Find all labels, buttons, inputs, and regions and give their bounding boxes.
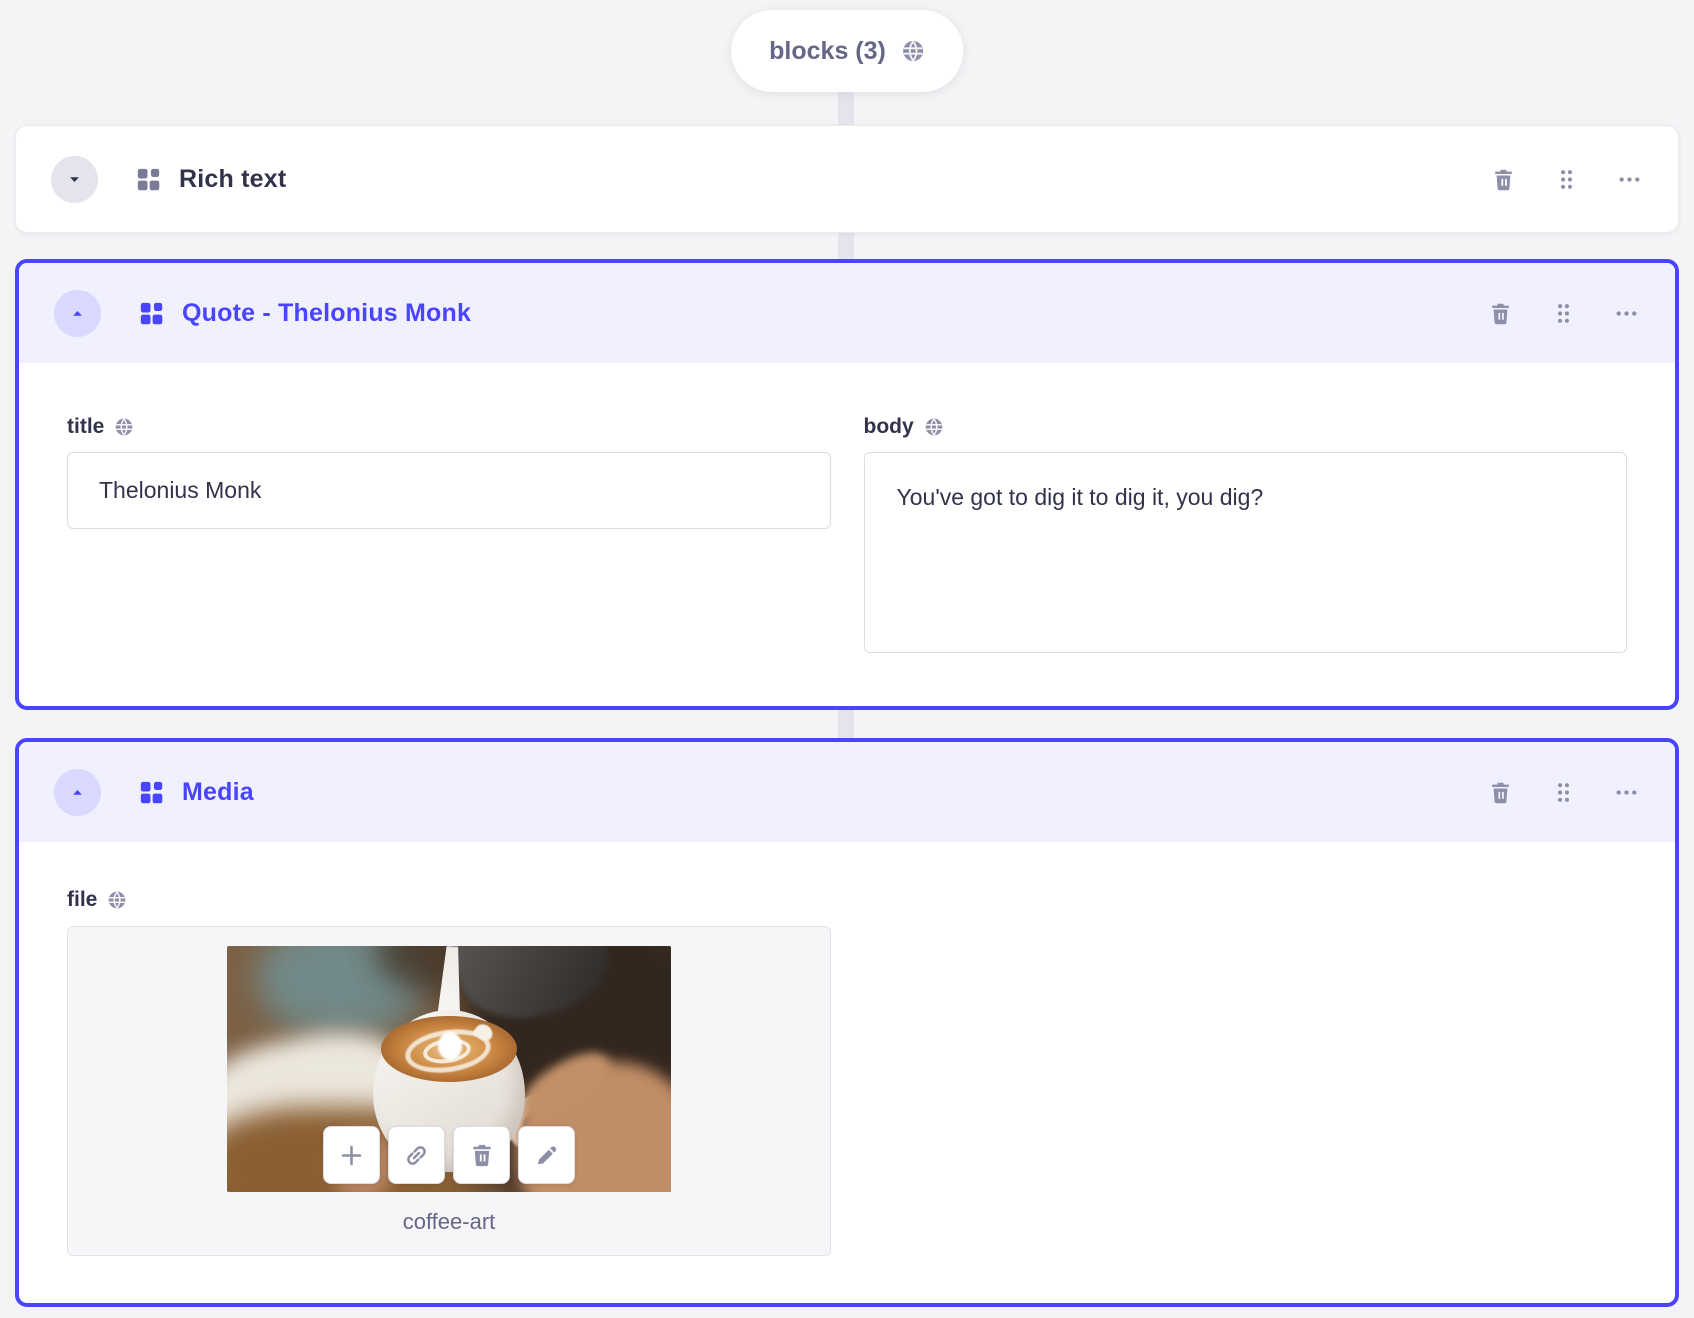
delete-block-button[interactable]	[1488, 301, 1513, 326]
collapse-toggle-button[interactable]	[54, 289, 101, 337]
blocks-field-pill[interactable]: blocks (3)	[731, 10, 963, 92]
field-label-text: body	[863, 415, 914, 438]
block-actions	[1491, 167, 1648, 192]
blocks-grid-icon	[138, 779, 165, 806]
globe-icon	[924, 417, 944, 437]
block-rich-text: Rich text	[15, 125, 1679, 233]
block-title: Quote - Thelonius Monk	[182, 298, 472, 327]
trash-icon	[1491, 167, 1516, 192]
more-options-button[interactable]	[1614, 780, 1639, 805]
drag-handle-icon	[1554, 167, 1579, 192]
drag-handle[interactable]	[1551, 780, 1576, 805]
copy-link-button[interactable]	[388, 1126, 445, 1184]
globe-icon	[107, 890, 127, 910]
globe-icon	[114, 417, 134, 437]
drag-handle[interactable]	[1554, 167, 1579, 192]
trash-icon	[1488, 301, 1513, 326]
field-title: title	[67, 415, 831, 658]
media-preview-image	[227, 946, 671, 1192]
add-icon	[338, 1142, 365, 1169]
edit-icon	[534, 1142, 560, 1168]
add-media-button[interactable]	[323, 1126, 380, 1184]
trash-icon	[1488, 780, 1513, 805]
field-label: body	[864, 415, 1628, 439]
collapse-toggle-button[interactable]	[54, 768, 101, 816]
delete-media-button[interactable]	[453, 1126, 510, 1184]
more-options-icon	[1614, 301, 1639, 326]
drag-handle-icon	[1551, 301, 1576, 326]
block-header: Quote - Thelonius Monk	[19, 263, 1675, 363]
caret-up-icon	[69, 784, 86, 801]
field-label-text: file	[67, 888, 98, 911]
caret-down-icon	[66, 171, 83, 188]
caret-up-icon	[69, 305, 86, 322]
media-file-name: coffee-art	[402, 1209, 496, 1234]
field-label-text: title	[67, 415, 105, 438]
photo-milk-stream	[438, 1032, 462, 1060]
block-media: Media file coffee-art	[15, 738, 1679, 1307]
block-content: title body You've got to dig it to dig i…	[19, 363, 1675, 706]
blocks-list: Rich text Quote - Thelonius Monk title T…	[15, 125, 1679, 1307]
expand-toggle-button[interactable]	[51, 155, 98, 203]
drag-handle[interactable]	[1551, 301, 1576, 326]
globe-icon	[901, 39, 925, 63]
blocks-grid-icon	[138, 300, 165, 327]
more-options-icon	[1614, 780, 1639, 805]
block-actions	[1488, 780, 1645, 805]
delete-block-button[interactable]	[1491, 167, 1516, 192]
block-header: Media	[19, 742, 1675, 842]
media-file-card: coffee-art	[67, 926, 831, 1256]
link-icon	[403, 1142, 430, 1169]
trash-icon	[469, 1142, 495, 1168]
edit-media-button[interactable]	[518, 1126, 575, 1184]
more-options-button[interactable]	[1617, 167, 1642, 192]
media-toolbar	[323, 1126, 575, 1184]
field-body: body You've got to dig it to dig it, you…	[863, 415, 1628, 658]
title-input[interactable]	[67, 452, 831, 529]
body-textarea[interactable]: You've got to dig it to dig it, you dig?	[863, 452, 1627, 653]
blocks-field-label: blocks (3)	[769, 36, 886, 65]
block-title: Media	[182, 777, 254, 806]
block-actions	[1488, 301, 1645, 326]
blocks-grid-icon	[135, 166, 162, 193]
block-title: Rich text	[179, 164, 287, 193]
drag-handle-icon	[1551, 780, 1576, 805]
block-content: file coffee-art	[19, 842, 1675, 1303]
field-label: file	[67, 888, 1627, 912]
block-quote: Quote - Thelonius Monk title body	[15, 259, 1679, 710]
more-options-button[interactable]	[1614, 301, 1639, 326]
block-header: Rich text	[16, 126, 1678, 232]
field-label: title	[67, 415, 831, 439]
more-options-icon	[1617, 167, 1642, 192]
delete-block-button[interactable]	[1488, 780, 1513, 805]
